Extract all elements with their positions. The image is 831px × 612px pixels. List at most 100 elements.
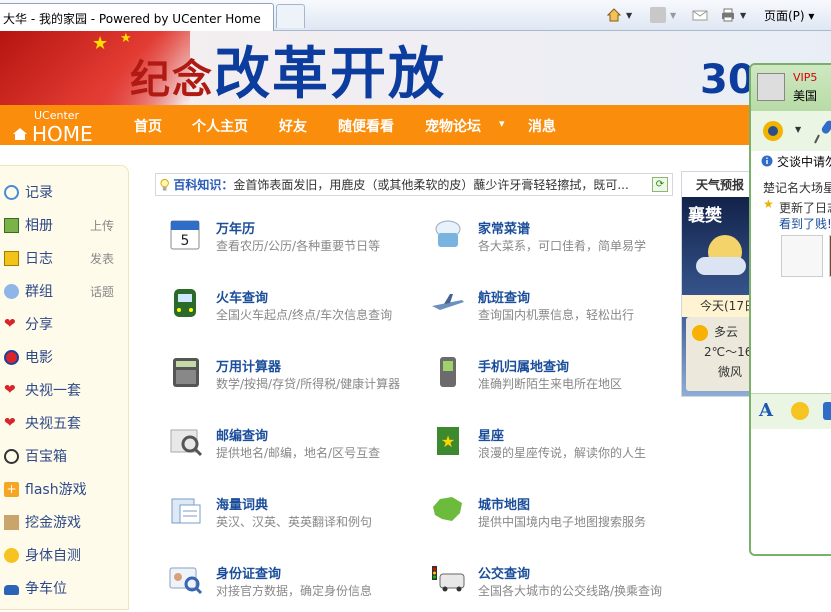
calculator-icon xyxy=(173,358,199,387)
house-icon xyxy=(13,128,27,140)
china-map-icon xyxy=(433,497,462,521)
tool-bus[interactable]: 公交查询 全国各大城市的公交线路/换乘查询 xyxy=(430,562,690,612)
tool-desc: 英汉、汉英、英英翻译和例句 xyxy=(216,515,373,529)
qq-chat-header[interactable]: VIP5 美国 xyxy=(751,65,831,111)
chef-icon xyxy=(435,220,461,247)
sidebar-item-parking[interactable]: 争车位 xyxy=(4,578,124,598)
tool-zodiac[interactable]: ★ 星座 浪漫的星座传说，解读你的人生 xyxy=(430,424,690,474)
sidebar-item-cctv1[interactable]: ❤ 央视一套 xyxy=(4,380,124,400)
sidebar-item-label: 身体自测 xyxy=(25,548,81,564)
sidebar-item-share[interactable]: ❤ 分享 xyxy=(4,314,124,334)
new-tab-button[interactable] xyxy=(276,4,305,28)
bus-icon xyxy=(432,566,465,592)
tool-postcode[interactable]: 邮编查询 提供地名/邮编，地名/区号互查 xyxy=(168,424,428,474)
clock-icon xyxy=(4,448,19,464)
sidebar-item-label: 百宝箱 xyxy=(25,449,67,465)
heart-icon: ❤ xyxy=(4,315,16,332)
nav-dropdown-icon[interactable]: ▾ xyxy=(499,117,505,130)
tool-desc: 提供中国境内电子地图搜索服务 xyxy=(478,515,647,529)
dictionary-icon xyxy=(171,498,201,524)
nav-browse[interactable]: 随便看看 xyxy=(338,116,394,136)
emoji-icon[interactable] xyxy=(791,402,809,420)
webcam-icon[interactable] xyxy=(761,119,785,143)
tool-name[interactable]: 航班查询 xyxy=(478,287,530,306)
sidebar-item-blog[interactable]: 日志 发表 xyxy=(4,248,124,268)
tool-phone-location[interactable]: 手机归属地查询 准确判断陌生来电所在地区 xyxy=(430,355,690,405)
nav-pet-forum[interactable]: 宠物论坛 xyxy=(425,116,481,136)
mail-button[interactable] xyxy=(692,6,708,24)
weather-details: 多云 2℃～16 微风 xyxy=(686,317,750,391)
feeds-button[interactable]: ▼ xyxy=(650,6,676,24)
tool-name[interactable]: 城市地图 xyxy=(478,494,530,513)
tool-name[interactable]: 公交查询 xyxy=(478,563,530,582)
print-button[interactable]: ▼ xyxy=(720,6,746,24)
home-button[interactable]: ▼ xyxy=(606,6,632,24)
sidebar-item-album[interactable]: 相册 上传 xyxy=(4,215,124,235)
tool-name[interactable]: 身份证查询 xyxy=(216,563,281,582)
nav-home[interactable]: 首页 xyxy=(134,116,162,136)
nav-messages[interactable]: 消息 xyxy=(528,116,556,136)
page-menu-button[interactable]: 页面(P) ▾ xyxy=(764,6,814,24)
id-card-icon xyxy=(169,567,203,595)
sidebar-item-groups[interactable]: 群组 话题 xyxy=(4,281,124,301)
nav-profile[interactable]: 个人主页 xyxy=(192,116,248,136)
sidebar-item-records[interactable]: 记录 xyxy=(4,182,124,202)
info-icon xyxy=(761,155,773,167)
sidebar-upload-link[interactable]: 上传 xyxy=(90,217,114,234)
star-icon: ★ xyxy=(92,33,109,54)
sidebar-item-label: 分享 xyxy=(25,317,53,333)
tool-name[interactable]: 家常菜谱 xyxy=(478,218,530,237)
gift-icon[interactable] xyxy=(823,402,831,420)
mail-icon xyxy=(692,10,708,21)
tool-name[interactable]: 星座 xyxy=(478,425,504,444)
baike-title: 百科知识： xyxy=(173,178,234,192)
microphone-icon[interactable] xyxy=(813,117,831,145)
sidebar-item-label: 记录 xyxy=(25,185,53,201)
image-thumbnail[interactable] xyxy=(781,235,823,277)
sidebar-post-link[interactable]: 发表 xyxy=(90,250,114,267)
home-icon xyxy=(606,8,622,22)
tool-name[interactable]: 万年历 xyxy=(216,218,255,237)
sidebar-item-toolbox[interactable]: 百宝箱 xyxy=(4,446,124,466)
tool-calendar[interactable]: 5 万年历 查看农历/公历/各种重要节日等 xyxy=(168,217,428,267)
banner-number: 30 xyxy=(700,57,756,103)
browser-tab-active[interactable]: 大华 - 我的家园 - Powered by UCenter Home xyxy=(0,3,274,31)
baike-text[interactable]: 金首饰表面发旧，用鹿皮（或其他柔软的皮）蘸少许牙膏轻轻擦拭，既可... xyxy=(233,176,672,193)
font-icon[interactable]: A xyxy=(759,400,773,421)
tool-desc: 数学/按揭/存贷/所得税/健康计算器 xyxy=(216,377,401,391)
browser-toolbar: 大华 - 我的家园 - Powered by UCenter Home ▼ ▼ … xyxy=(0,0,831,31)
tool-name[interactable]: 海量词典 xyxy=(216,494,268,513)
tool-dictionary[interactable]: 海量词典 英汉、汉英、英英翻译和例句 xyxy=(168,493,428,543)
tool-name[interactable]: 邮编查询 xyxy=(216,425,268,444)
tool-name[interactable]: 万用计算器 xyxy=(216,356,281,375)
tool-desc: 准确判断陌生来电所在地区 xyxy=(478,377,623,391)
contact-name: 美国 xyxy=(793,89,818,103)
avatar[interactable] xyxy=(757,73,785,101)
sidebar-item-flash-games[interactable]: + flash游戏 xyxy=(4,479,124,499)
tool-flights[interactable]: 航班查询 查询国内机票信息，轻松出行 xyxy=(430,286,690,336)
qq-signature: 楚记名大场星 xyxy=(763,181,831,195)
chevron-down-icon[interactable]: ▼ xyxy=(795,125,801,134)
sidebar-item-self-test[interactable]: 身体自测 xyxy=(4,545,124,565)
qq-update-link[interactable]: 看到了贱! xyxy=(779,215,831,232)
tool-name[interactable]: 手机归属地查询 xyxy=(478,356,569,375)
weather-city[interactable]: 襄樊 xyxy=(688,201,722,226)
tool-train[interactable]: 火车查询 全国火车起点/终点/车次信息查询 xyxy=(168,286,428,336)
tool-city-map[interactable]: 城市地图 提供中国境内电子地图搜索服务 xyxy=(430,493,690,543)
sidebar-item-movie[interactable]: 电影 xyxy=(4,347,124,367)
qq-update: 更新了日志 xyxy=(779,201,831,215)
tool-id-card[interactable]: 身份证查询 对接官方数据，确定身份信息 xyxy=(168,562,428,612)
qq-message-input[interactable] xyxy=(751,429,831,554)
heart-icon: ❤ xyxy=(4,381,16,398)
sidebar-item-gold-game[interactable]: 挖金游戏 xyxy=(4,512,124,532)
refresh-icon[interactable]: ⟳ xyxy=(652,177,668,192)
tool-name[interactable]: 火车查询 xyxy=(216,287,268,306)
tool-recipes[interactable]: 家常菜谱 各大菜系，可口佳肴，简单易学 xyxy=(430,217,690,267)
weather-wind: 微风 xyxy=(718,365,743,379)
vip-badge: VIP5 xyxy=(793,71,818,84)
nav-friends[interactable]: 好友 xyxy=(279,116,307,136)
sidebar-item-cctv5[interactable]: ❤ 央视五套 xyxy=(4,413,124,433)
qq-chat-window[interactable]: VIP5 美国 ▼ 交谈中请勿 楚记名大场星 ★ 更新了日志 看到了贱! A xyxy=(749,63,831,556)
tool-calculator[interactable]: 万用计算器 数学/按揭/存贷/所得税/健康计算器 xyxy=(168,355,428,405)
sidebar-topic-link[interactable]: 话题 xyxy=(90,283,114,300)
